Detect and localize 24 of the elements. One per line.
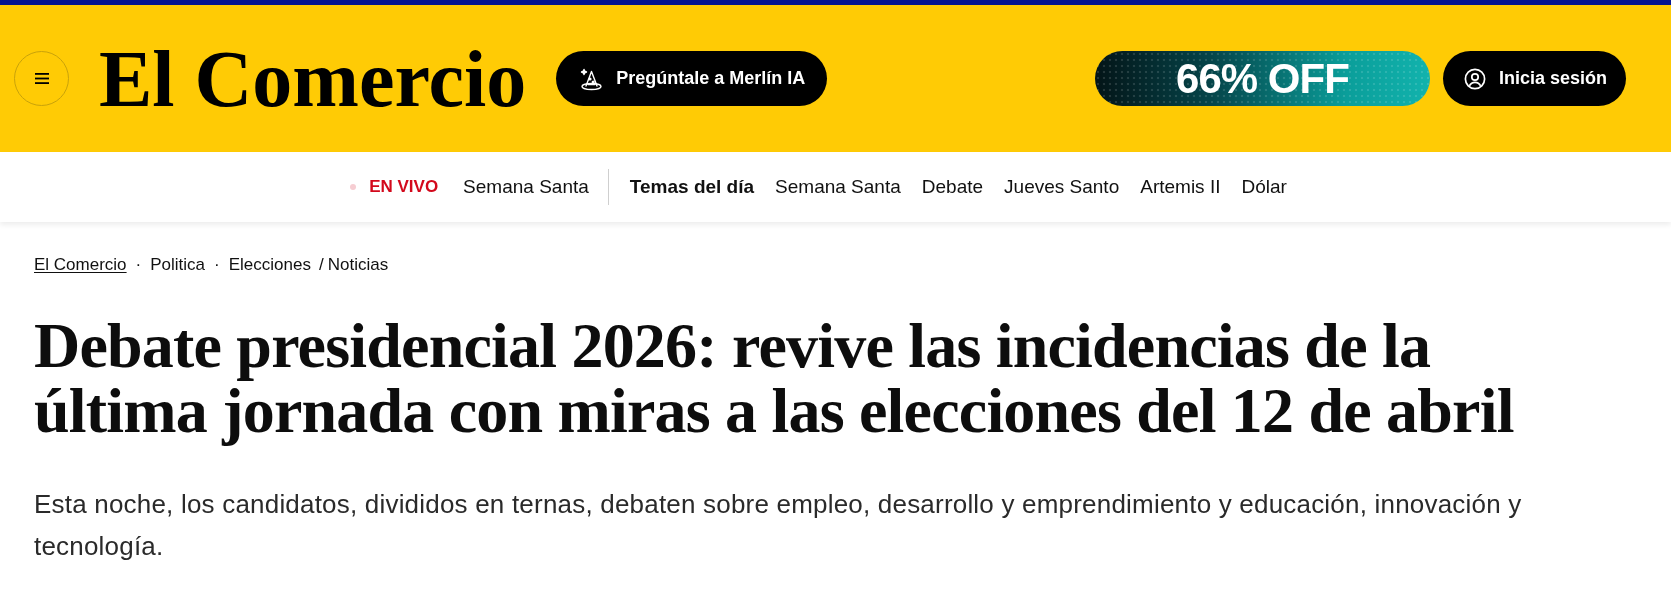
menu-icon	[34, 73, 49, 84]
topic-link[interactable]: Artemis II	[1140, 172, 1221, 202]
discount-banner[interactable]: 66% OFF	[1094, 51, 1430, 106]
breadcrumb-separator: /	[318, 254, 324, 276]
topics-heading: Temas del día	[629, 174, 755, 199]
article-summary: Esta noche, los candidatos, divididos en ternas, debaten sobre empleo, desarrollo y emprendimiento y educación, innovación y tecnología.	[34, 488, 1523, 563]
user-icon	[1463, 67, 1486, 90]
topic-link[interactable]: Jueves Santo	[1004, 172, 1120, 202]
wizard-hat-icon	[580, 66, 603, 91]
ask-ai-button[interactable]: Pregúntale a Merlín IA	[556, 51, 828, 106]
breadcrumb-separator: ·	[135, 254, 142, 276]
breadcrumb-separator: ·	[214, 254, 220, 276]
breadcrumb-link[interactable]: Elecciones	[228, 253, 311, 277]
live-dot-icon	[350, 184, 357, 190]
topic-link[interactable]: Semana Santa	[775, 172, 901, 202]
breadcrumb-link[interactable]: El Comercio	[34, 253, 127, 277]
breadcrumb-link[interactable]: Politica	[150, 253, 206, 277]
login-button[interactable]: Inicia sesión	[1442, 51, 1626, 106]
live-link[interactable]: EN VIVO	[369, 174, 439, 200]
site-logo[interactable]: El Comercio	[99, 38, 527, 119]
breadcrumb-link[interactable]: Noticias	[327, 253, 389, 277]
topic-link[interactable]: Dólar	[1241, 172, 1287, 202]
topic-link[interactable]: Semana Santa	[463, 172, 589, 202]
topic-link[interactable]: Debate	[921, 172, 984, 202]
